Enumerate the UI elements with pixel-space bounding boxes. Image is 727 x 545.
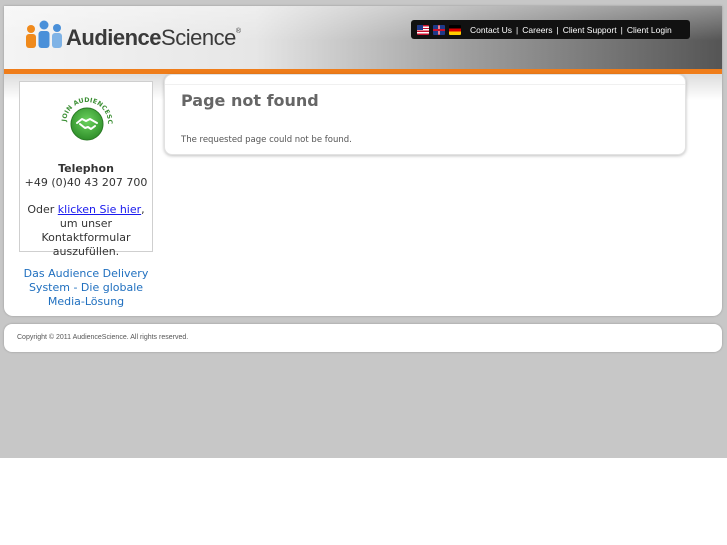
- footer-bar: Copyright © 2011 AudienceScience. All ri…: [4, 324, 722, 352]
- de-flag-icon[interactable]: [449, 24, 461, 35]
- contact-form-text: Oder klicken Sie hier, um unser Kontaktf…: [27, 203, 145, 258]
- telephone-number: +49 (0)40 43 207 700: [24, 176, 148, 189]
- error-message: The requested page could not be found.: [181, 135, 352, 145]
- join-audiencescience-badge[interactable]: JOIN AUDIENCESCIENCE: [56, 93, 118, 149]
- content-panel: Page not found The requested page could …: [164, 74, 686, 155]
- top-navigation: Contact Us | Careers | Client Support | …: [411, 20, 690, 39]
- page-title: Page not found: [181, 91, 319, 110]
- telephone-label: Telephon: [58, 162, 114, 175]
- nav-client-login-link[interactable]: Client Login: [627, 25, 672, 35]
- logo-wordmark: AudienceScience®: [66, 25, 241, 50]
- nav-separator: |: [556, 24, 559, 35]
- us-flag-icon[interactable]: [417, 24, 429, 35]
- nav-careers-link[interactable]: Careers: [522, 25, 552, 35]
- audiencescience-logo[interactable]: AudienceScience®: [23, 20, 263, 50]
- content-divider: [165, 84, 685, 85]
- nav-separator: |: [516, 24, 519, 35]
- nav-separator: |: [620, 24, 623, 35]
- uk-flag-icon[interactable]: [433, 24, 445, 35]
- contact-box: JOIN AUDIENCESCIENCE Telephon +49 (0)40 …: [19, 81, 153, 258]
- audience-delivery-promo-link[interactable]: Das Audience Delivery System - Die globa…: [19, 267, 153, 309]
- copyright-text: Copyright © 2011 AudienceScience. All ri…: [17, 334, 189, 341]
- main-panel: AudienceScience® Contact Us | Careers | …: [4, 6, 722, 316]
- nav-contact-us-link[interactable]: Contact Us: [470, 25, 512, 35]
- people-logo-icon: [26, 20, 62, 48]
- nav-client-support-link[interactable]: Client Support: [563, 25, 617, 35]
- contact-form-link[interactable]: klicken Sie hier: [58, 203, 141, 216]
